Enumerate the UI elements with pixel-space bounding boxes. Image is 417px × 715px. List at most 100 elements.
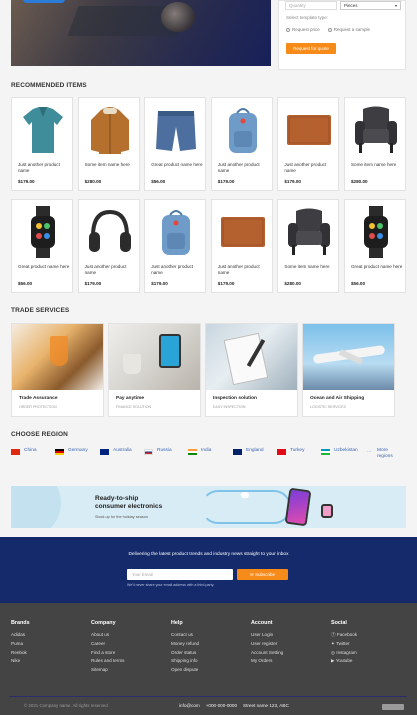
radio-icon (327, 27, 332, 32)
footer-link[interactable]: Find a store (91, 649, 161, 658)
footer-link[interactable]: Reebok (11, 649, 81, 658)
contact-address: Street name 123, ABC (243, 703, 289, 708)
product-price: $56.00 (151, 179, 166, 184)
wallet-icon (284, 102, 334, 158)
footer-link-facebook[interactable]: ⓕ Facebook (331, 631, 401, 640)
request-quote-button[interactable]: Request for quote (286, 43, 336, 54)
template-label: Select template type: (286, 15, 329, 20)
region-china[interactable]: China (11, 448, 37, 455)
region-label: Australia (113, 448, 132, 453)
product-price: $56.00 (18, 281, 33, 286)
hero-cup-image (161, 2, 195, 32)
footer-link-label: Facebook (336, 632, 358, 637)
cup-icon (123, 354, 141, 374)
region-india[interactable]: India (188, 448, 211, 455)
footer-link-youtube[interactable]: ▶ Youtube (331, 657, 401, 666)
product-card[interactable]: Some item name here $280.00 (343, 97, 406, 191)
service-card-inspection[interactable]: Inspection solution EASY INSPECTION (205, 323, 298, 417)
email-field[interactable]: Your Email (127, 569, 233, 580)
footer-brands-column: Brands Adidas Puma Reebok Nike (11, 620, 81, 666)
footer-column-title: Social (331, 620, 347, 626)
phone-icon (159, 334, 181, 368)
service-subtitle: LOGISTIC SERVICES (310, 405, 346, 409)
product-card[interactable]: Just another product name $179.00 (210, 199, 273, 293)
product-grid: Just another product name $179.00 Some ite… (11, 97, 406, 293)
smartphone-icon (284, 487, 312, 527)
radio-request-sample[interactable]: Request a sample (327, 27, 370, 32)
footer-link[interactable]: My Orders (251, 657, 321, 666)
product-card[interactable]: Just another product name $179.00 (210, 97, 273, 191)
recommended-title: RECOMMENDED ITEMS (11, 82, 87, 89)
product-card[interactable]: Great product name here $56.00 (343, 199, 406, 293)
region-more[interactable]: … More regions (367, 448, 401, 460)
product-name: Just another product name (217, 264, 260, 275)
footer-link[interactable]: User Login (251, 631, 321, 640)
product-name: Great product name here (18, 264, 70, 269)
footer-link[interactable]: Career (91, 640, 161, 649)
smartwatch-icon (351, 204, 401, 260)
quantity-input[interactable]: Quantity (285, 1, 337, 10)
unit-select[interactable]: Pieces ▾ (340, 1, 401, 10)
footer-link[interactable]: Puma (11, 640, 81, 649)
region-germany[interactable]: Germany (55, 448, 88, 455)
service-subtitle: FINANCE SOLUTION (116, 405, 152, 409)
footer-link[interactable]: Contact us (171, 631, 241, 640)
radio-label: Request price (292, 27, 320, 32)
footer-link[interactable]: About us (91, 631, 161, 640)
contact-email[interactable]: info@com (179, 703, 200, 708)
product-card[interactable]: Great product name here $56.00 (11, 199, 73, 293)
region-label: Turkey (290, 448, 305, 453)
product-card[interactable]: Great product name here $56.00 (144, 97, 207, 191)
service-card-trade-assurance[interactable]: Trade Assurance ORDER PROTECTION (11, 323, 104, 417)
product-price: $179.00 (217, 281, 235, 286)
product-card[interactable]: Some item name here $280.00 (77, 97, 140, 191)
footer-link[interactable]: Nike (11, 657, 81, 666)
ad-title-line2: consumer electronics (95, 503, 163, 510)
subscribe-button[interactable]: ✉ Subscribe (237, 569, 288, 580)
ad-banner[interactable]: Ready-to-ship consumer electronics Stock… (11, 486, 406, 528)
product-name: Great product name here (350, 264, 403, 269)
radio-request-price[interactable]: Request price (286, 27, 320, 32)
footer-link[interactable]: Rules and terms (91, 657, 161, 666)
product-name: Just another product name (217, 162, 260, 173)
product-card[interactable]: Just another product name $179.00 (11, 97, 73, 191)
product-card[interactable]: Just another product name $179.00 (144, 199, 207, 293)
earbuds-icon (241, 492, 249, 498)
footer-link-twitter[interactable]: ✦ Twitter (331, 640, 401, 649)
service-card-pay-anytime[interactable]: Pay anytime FINANCE SOLUTION (108, 323, 201, 417)
footer-link[interactable]: Money refund (171, 640, 241, 649)
region-label: More regions (377, 448, 393, 459)
hero-button[interactable] (23, 0, 65, 3)
region-turkey[interactable]: Turkey (277, 448, 304, 455)
newsletter-note: We'll never share your email address wit… (127, 583, 215, 587)
footer-link[interactable]: Sitemap (91, 666, 161, 675)
product-name: Just another product name (84, 264, 127, 275)
product-price: $179.00 (217, 179, 235, 184)
region-australia[interactable]: Australia (100, 448, 132, 455)
product-price: $179.00 (18, 179, 35, 184)
service-card-shipping[interactable]: Ocean and Air Shipping LOGISTIC SERVICES (302, 323, 395, 417)
turkey-flag-icon (277, 449, 286, 455)
footer-link[interactable]: Adidas (11, 631, 81, 640)
footer-company-column: Company About us Career Find a store Rul… (91, 620, 161, 675)
smartwatch-icon (18, 204, 68, 260)
product-card[interactable]: Just another product name $179.00 (77, 199, 140, 293)
product-card[interactable]: Some item name here $280.00 (277, 199, 340, 293)
footer-link-instagram[interactable]: ◎ Instagram (331, 649, 401, 658)
footer-link[interactable]: Account Setting (251, 649, 321, 658)
footer-column-title: Company (91, 620, 116, 626)
product-name: Some item name here (84, 162, 130, 167)
footer-link[interactable]: User register (251, 640, 321, 649)
footer-account-column: Account User Login User register Account… (251, 620, 321, 666)
region-russia[interactable]: Russia (144, 448, 172, 455)
smartwatch-icon (321, 504, 333, 518)
glass-icon (50, 336, 68, 366)
inspection-image (206, 324, 297, 390)
footer-link[interactable]: Open dispute (171, 666, 241, 675)
footer-link[interactable]: Shipping info (171, 657, 241, 666)
product-card[interactable]: Just another product name $179.00 (277, 97, 340, 191)
footer-link[interactable]: Order status (171, 649, 241, 658)
region-uzbekistan[interactable]: Uzbekistan (321, 448, 358, 455)
region-england[interactable]: England (233, 448, 264, 455)
footer-column-title: Help (171, 620, 183, 626)
